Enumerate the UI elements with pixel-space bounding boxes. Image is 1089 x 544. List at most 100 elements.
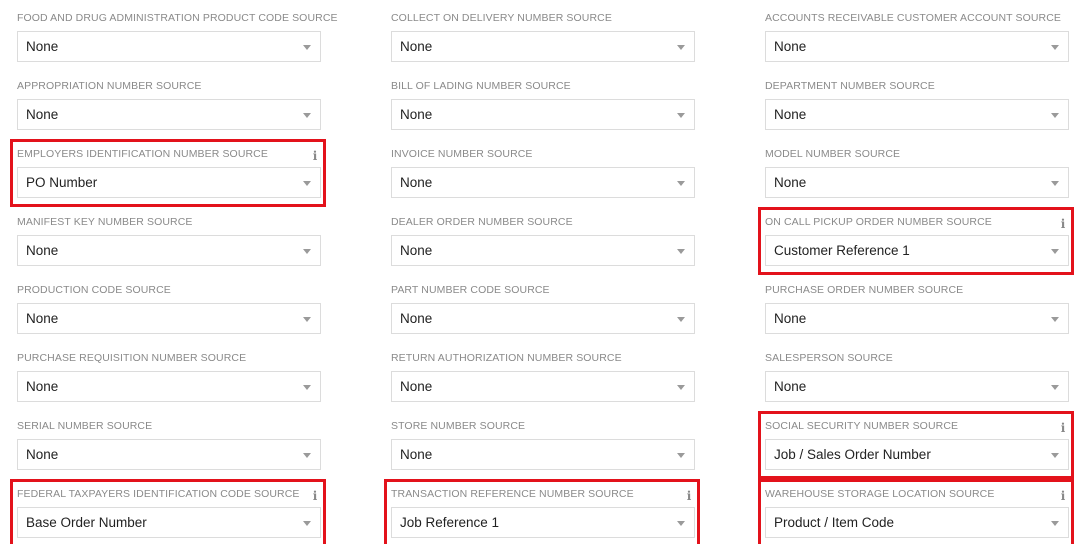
field-bill-of-lading-number-source: BILL OF LADING NUMBER SOURCE None (389, 76, 695, 134)
select-value: Base Order Number (26, 515, 147, 530)
source-select-social-security-number-source[interactable]: Job / Sales Order Number (765, 439, 1069, 470)
source-settings-grid: FOOD AND DRUG ADMINISTRATION PRODUCT COD… (0, 0, 1089, 544)
source-select-invoice-number-source[interactable]: None (391, 167, 695, 198)
select-value: None (26, 243, 59, 258)
chevron-down-icon[interactable] (1051, 249, 1059, 254)
chevron-down-icon[interactable] (677, 521, 685, 526)
field-model-number-source: MODEL NUMBER SOURCE None (763, 144, 1069, 202)
info-icon[interactable]: i (1059, 218, 1067, 230)
source-select-return-authorization-number-source[interactable]: None (391, 371, 695, 402)
chevron-down-icon[interactable] (303, 317, 311, 322)
select-value: None (26, 39, 59, 54)
source-select-purchase-order-number-source[interactable]: None (765, 303, 1069, 334)
chevron-down-icon[interactable] (303, 45, 311, 50)
field-federal-taxpayers-identification-code-source: FEDERAL TAXPAYERS IDENTIFICATION CODE SO… (10, 479, 326, 544)
field-warehouse-storage-location-source: WAREHOUSE STORAGE LOCATION SOURCE i Produc… (758, 479, 1074, 544)
source-select-production-code-source[interactable]: None (17, 303, 321, 334)
info-icon[interactable]: i (311, 490, 319, 502)
source-select-accounts-receivable-customer-account-source[interactable]: None (765, 31, 1069, 62)
select-value: None (774, 39, 807, 54)
source-select-employers-identification-number-source[interactable]: PO Number (17, 167, 321, 198)
source-select-serial-number-source[interactable]: None (17, 439, 321, 470)
select-value: None (26, 447, 59, 462)
select-value: Customer Reference 1 (774, 243, 910, 258)
field-return-authorization-number-source: RETURN AUTHORIZATION NUMBER SOURCE None (389, 348, 695, 406)
chevron-down-icon[interactable] (303, 521, 311, 526)
select-value: None (774, 107, 807, 122)
field-invoice-number-source: INVOICE NUMBER SOURCE None (389, 144, 695, 202)
source-select-bill-of-lading-number-source[interactable]: None (391, 99, 695, 130)
chevron-down-icon[interactable] (1051, 45, 1059, 50)
source-select-on-call-pickup-order-number-source[interactable]: Customer Reference 1 (765, 235, 1069, 266)
select-value: None (26, 311, 59, 326)
select-value: PO Number (26, 175, 98, 190)
field-part-number-code-source: PART NUMBER CODE SOURCE None (389, 280, 695, 338)
select-value: None (774, 175, 807, 190)
source-select-store-number-source[interactable]: None (391, 439, 695, 470)
source-select-manifest-key-number-source[interactable]: None (17, 235, 321, 266)
field-food-and-drug-administration-product-code-source: FOOD AND DRUG ADMINISTRATION PRODUCT COD… (15, 8, 338, 66)
field-label: FOOD AND DRUG ADMINISTRATION PRODUCT COD… (17, 12, 338, 24)
field-label: SERIAL NUMBER SOURCE (17, 420, 153, 432)
chevron-down-icon[interactable] (303, 249, 311, 254)
info-icon[interactable]: i (685, 490, 693, 502)
source-select-purchase-requisition-number-source[interactable]: None (17, 371, 321, 402)
chevron-down-icon[interactable] (1051, 453, 1059, 458)
select-value: Product / Item Code (774, 515, 895, 530)
field-purchase-requisition-number-source: PURCHASE REQUISITION NUMBER SOURCE None (15, 348, 321, 406)
field-label: BILL OF LADING NUMBER SOURCE (391, 80, 571, 92)
chevron-down-icon[interactable] (303, 181, 311, 186)
source-select-part-number-code-source[interactable]: None (391, 303, 695, 334)
chevron-down-icon[interactable] (1051, 181, 1059, 186)
chevron-down-icon[interactable] (303, 385, 311, 390)
select-value: None (26, 107, 59, 122)
source-select-department-number-source[interactable]: None (765, 99, 1069, 130)
field-label: DEPARTMENT NUMBER SOURCE (765, 80, 935, 92)
chevron-down-icon[interactable] (677, 385, 685, 390)
chevron-down-icon[interactable] (677, 317, 685, 322)
field-manifest-key-number-source: MANIFEST KEY NUMBER SOURCE None (15, 212, 321, 270)
select-value: None (400, 175, 433, 190)
field-label: PURCHASE ORDER NUMBER SOURCE (765, 284, 964, 296)
info-icon[interactable]: i (1059, 422, 1067, 434)
source-select-salesperson-source[interactable]: None (765, 371, 1069, 402)
field-label: ON CALL PICKUP ORDER NUMBER SOURCE (765, 216, 992, 228)
select-value: None (774, 379, 807, 394)
chevron-down-icon[interactable] (1051, 385, 1059, 390)
source-select-dealer-order-number-source[interactable]: None (391, 235, 695, 266)
chevron-down-icon[interactable] (1051, 317, 1059, 322)
field-label: RETURN AUTHORIZATION NUMBER SOURCE (391, 352, 622, 364)
chevron-down-icon[interactable] (1051, 521, 1059, 526)
field-purchase-order-number-source: PURCHASE ORDER NUMBER SOURCE None (763, 280, 1069, 338)
source-select-food-and-drug-administration-product-code-source[interactable]: None (17, 31, 321, 62)
chevron-down-icon[interactable] (303, 113, 311, 118)
select-value: None (26, 379, 59, 394)
chevron-down-icon[interactable] (677, 45, 685, 50)
select-value: None (400, 39, 433, 54)
info-icon[interactable]: i (311, 150, 319, 162)
field-transaction-reference-number-source: TRANSACTION REFERENCE NUMBER SOURCE i Job … (384, 479, 700, 544)
field-label: COLLECT ON DELIVERY NUMBER SOURCE (391, 12, 612, 24)
field-label: APPROPRIATION NUMBER SOURCE (17, 80, 202, 92)
source-select-collect-on-delivery-number-source[interactable]: None (391, 31, 695, 62)
field-department-number-source: DEPARTMENT NUMBER SOURCE None (763, 76, 1069, 134)
field-label: EMPLOYERS IDENTIFICATION NUMBER SOURCE (17, 148, 268, 160)
source-select-federal-taxpayers-identification-code-source[interactable]: Base Order Number (17, 507, 321, 538)
field-label: FEDERAL TAXPAYERS IDENTIFICATION CODE SO… (17, 488, 300, 500)
info-icon[interactable]: i (1059, 490, 1067, 502)
source-select-transaction-reference-number-source[interactable]: Job Reference 1 (391, 507, 695, 538)
field-store-number-source: STORE NUMBER SOURCE None (389, 416, 695, 474)
field-appropriation-number-source: APPROPRIATION NUMBER SOURCE None (15, 76, 321, 134)
select-value: None (400, 243, 433, 258)
source-select-model-number-source[interactable]: None (765, 167, 1069, 198)
source-select-warehouse-storage-location-source[interactable]: Product / Item Code (765, 507, 1069, 538)
chevron-down-icon[interactable] (303, 453, 311, 458)
chevron-down-icon[interactable] (677, 453, 685, 458)
chevron-down-icon[interactable] (677, 249, 685, 254)
field-accounts-receivable-customer-account-source: ACCOUNTS RECEIVABLE CUSTOMER ACCOUNT SOU… (763, 8, 1069, 66)
chevron-down-icon[interactable] (677, 113, 685, 118)
source-select-appropriation-number-source[interactable]: None (17, 99, 321, 130)
chevron-down-icon[interactable] (677, 181, 685, 186)
chevron-down-icon[interactable] (1051, 113, 1059, 118)
select-value: None (400, 447, 433, 462)
